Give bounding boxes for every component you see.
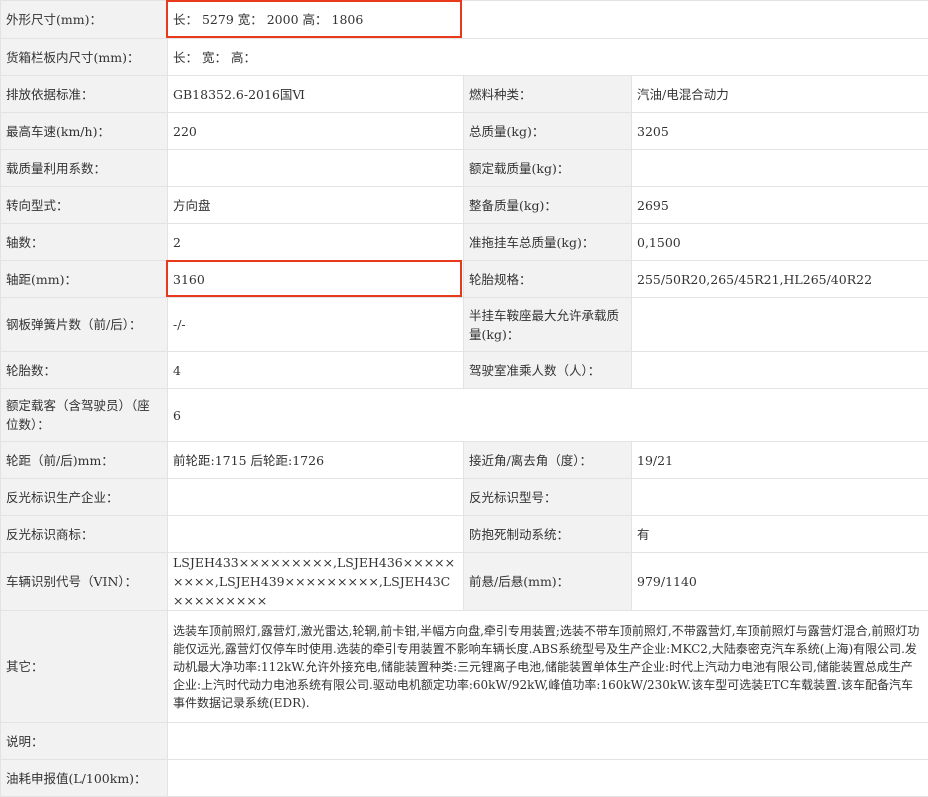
value-note bbox=[168, 723, 928, 760]
label-emission: 排放依据标准： bbox=[1, 76, 168, 113]
label-tire-spec: 轮胎规格： bbox=[464, 261, 632, 298]
label-tire-count: 轮胎数： bbox=[1, 352, 168, 389]
row-seats: 额定载客（含驾驶员）（座位数）： 6 bbox=[1, 389, 928, 442]
label-track: 轮距（前/后)mm： bbox=[1, 442, 168, 479]
value-fuel-consumption bbox=[168, 760, 928, 797]
value-dimensions: 长： 5279 宽： 2000 高： 1806 bbox=[168, 1, 928, 39]
row-emission: 排放依据标准： GB18352.6-2016国Ⅵ 燃料种类： 汽油/电混合动力 bbox=[1, 76, 928, 113]
label-cargo-box: 货箱栏板内尺寸(mm)： bbox=[1, 39, 168, 76]
label-total-mass: 总质量(kg)： bbox=[464, 113, 632, 150]
row-reflective-maker: 反光标识生产企业： 反光标识型号： bbox=[1, 479, 928, 516]
value-axles: 2 bbox=[168, 224, 464, 261]
label-vin: 车辆识别代号（VIN）： bbox=[1, 553, 168, 611]
row-axles: 轴数： 2 准拖挂车总质量(kg)： 0,1500 bbox=[1, 224, 928, 261]
value-approach-angle: 19/21 bbox=[632, 442, 928, 479]
value-emission: GB18352.6-2016国Ⅵ bbox=[168, 76, 464, 113]
value-reflective-brand bbox=[168, 516, 464, 553]
label-cab-occupants: 驾驶室准乘人数（人）： bbox=[464, 352, 632, 389]
label-curb-mass: 整备质量(kg)： bbox=[464, 187, 632, 224]
label-seats: 额定载客（含驾驶员）（座位数）： bbox=[1, 389, 168, 442]
value-total-mass: 3205 bbox=[632, 113, 928, 150]
label-saddle-load: 半挂车鞍座最大允许承载质量(kg)： bbox=[464, 298, 632, 352]
vehicle-spec-table: 外形尺寸(mm)： 长： 5279 宽： 2000 高： 1806 货箱栏板内尺… bbox=[0, 0, 928, 797]
row-fuel-consumption: 油耗申报值(L/100km)： bbox=[1, 760, 928, 797]
value-reflective-model bbox=[632, 479, 928, 516]
value-rated-load bbox=[632, 150, 928, 187]
row-note: 说明： bbox=[1, 723, 928, 760]
label-leaf-springs: 钢板弹簧片数（前/后）： bbox=[1, 298, 168, 352]
row-load-coefficient: 载质量利用系数： 额定载质量(kg)： bbox=[1, 150, 928, 187]
value-overhang: 979/1140 bbox=[632, 553, 928, 611]
label-approach-angle: 接近角/离去角（度）： bbox=[464, 442, 632, 479]
value-max-speed: 220 bbox=[168, 113, 464, 150]
label-fuel-type: 燃料种类： bbox=[464, 76, 632, 113]
value-tire-spec: 255/50R20,265/45R21,HL265/40R22 bbox=[632, 261, 928, 298]
value-curb-mass: 2695 bbox=[632, 187, 928, 224]
label-reflective-model: 反光标识型号： bbox=[464, 479, 632, 516]
value-seats: 6 bbox=[168, 389, 928, 442]
label-fuel-consumption: 油耗申报值(L/100km)： bbox=[1, 760, 168, 797]
row-vin: 车辆识别代号（VIN）： LSJEH433×××××××××,LSJEH436×… bbox=[1, 553, 928, 611]
row-tire-count: 轮胎数： 4 驾驶室准乘人数（人）： bbox=[1, 352, 928, 389]
label-wheelbase: 轴距(mm)： bbox=[1, 261, 168, 298]
label-load-coefficient: 载质量利用系数： bbox=[1, 150, 168, 187]
label-steering: 转向型式： bbox=[1, 187, 168, 224]
value-other: 选装车顶前照灯,露营灯,激光雷达,轮辋,前卡钳,半幅方向盘,牵引专用装置;选装不… bbox=[168, 611, 928, 723]
label-other: 其它： bbox=[1, 611, 168, 723]
row-dimensions: 外形尺寸(mm)： 长： 5279 宽： 2000 高： 1806 bbox=[1, 1, 928, 39]
value-leaf-springs: -/- bbox=[168, 298, 464, 352]
value-track: 前轮距:1715 后轮距:1726 bbox=[168, 442, 464, 479]
value-cargo-box: 长： 宽： 高： bbox=[168, 39, 928, 76]
value-fuel-type: 汽油/电混合动力 bbox=[632, 76, 928, 113]
label-reflective-maker: 反光标识生产企业： bbox=[1, 479, 168, 516]
value-vin: LSJEH433×××××××××,LSJEH436×××××××××,LSJE… bbox=[168, 553, 464, 611]
value-reflective-maker bbox=[168, 479, 464, 516]
label-trailer-mass: 准拖挂车总质量(kg)： bbox=[464, 224, 632, 261]
label-note: 说明： bbox=[1, 723, 168, 760]
row-reflective-brand: 反光标识商标： 防抱死制动系统： 有 bbox=[1, 516, 928, 553]
row-track: 轮距（前/后)mm： 前轮距:1715 后轮距:1726 接近角/离去角（度）：… bbox=[1, 442, 928, 479]
value-saddle-load bbox=[632, 298, 928, 352]
label-abs: 防抱死制动系统： bbox=[464, 516, 632, 553]
label-reflective-brand: 反光标识商标： bbox=[1, 516, 168, 553]
row-wheelbase: 轴距(mm)： 3160 轮胎规格： 255/50R20,265/45R21,H… bbox=[1, 261, 928, 298]
row-other: 其它： 选装车顶前照灯,露营灯,激光雷达,轮辋,前卡钳,半幅方向盘,牵引专用装置… bbox=[1, 611, 928, 723]
value-abs: 有 bbox=[632, 516, 928, 553]
row-max-speed: 最高车速(km/h)： 220 总质量(kg)： 3205 bbox=[1, 113, 928, 150]
row-cargo-box: 货箱栏板内尺寸(mm)： 长： 宽： 高： bbox=[1, 39, 928, 76]
value-load-coefficient bbox=[168, 150, 464, 187]
value-trailer-mass: 0,1500 bbox=[632, 224, 928, 261]
label-axles: 轴数： bbox=[1, 224, 168, 261]
label-max-speed: 最高车速(km/h)： bbox=[1, 113, 168, 150]
label-rated-load: 额定载质量(kg)： bbox=[464, 150, 632, 187]
row-steering: 转向型式： 方向盘 整备质量(kg)： 2695 bbox=[1, 187, 928, 224]
value-wheelbase: 3160 bbox=[168, 261, 464, 298]
row-leaf-springs: 钢板弹簧片数（前/后）： -/- 半挂车鞍座最大允许承载质量(kg)： bbox=[1, 298, 928, 352]
label-overhang: 前悬/后悬(mm)： bbox=[464, 553, 632, 611]
value-cab-occupants bbox=[632, 352, 928, 389]
value-steering: 方向盘 bbox=[168, 187, 464, 224]
value-tire-count: 4 bbox=[168, 352, 464, 389]
label-dimensions: 外形尺寸(mm)： bbox=[1, 1, 168, 39]
